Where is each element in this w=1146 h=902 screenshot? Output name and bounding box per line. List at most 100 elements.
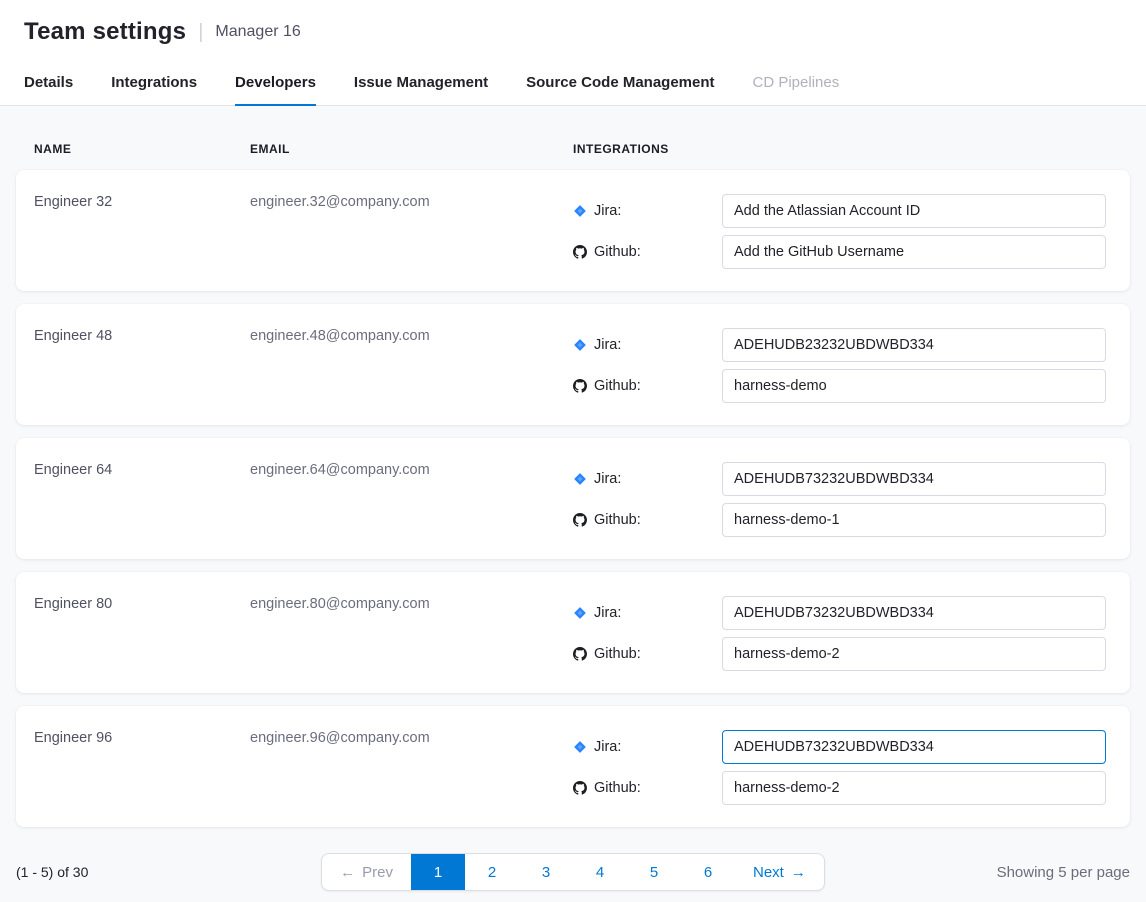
github-label: Github: (573, 512, 709, 528)
developer-email: engineer.48@company.com (250, 328, 573, 403)
developers-panel: NAME EMAIL INTEGRATIONS Engineer 32 engi… (0, 106, 1146, 891)
tab-developers[interactable]: Developers (235, 60, 316, 105)
github-label: Github: (573, 780, 709, 796)
jira-account-input[interactable] (722, 462, 1106, 496)
integrations-cell: Jira: Github: (573, 328, 1106, 403)
developer-name: Engineer 64 (34, 462, 250, 537)
page-button-1[interactable]: 1 (411, 854, 465, 890)
github-label: Github: (573, 378, 709, 394)
column-header-integrations: INTEGRATIONS (573, 142, 1106, 156)
github-icon (573, 379, 587, 393)
integrations-cell: Jira: Github: (573, 194, 1106, 269)
jira-label: Jira: (573, 471, 709, 487)
page-button-4[interactable]: 4 (573, 854, 627, 890)
github-username-input[interactable] (722, 771, 1106, 805)
tab-source-code-management[interactable]: Source Code Management (526, 60, 714, 105)
github-label-text: Github: (594, 378, 641, 394)
jira-label-text: Jira: (594, 605, 621, 621)
title-divider: | (198, 21, 203, 44)
page-button-5[interactable]: 5 (627, 854, 681, 890)
table-row: Engineer 48 engineer.48@company.com Jira… (16, 304, 1130, 425)
table-row: Engineer 80 engineer.80@company.com Jira… (16, 572, 1130, 693)
jira-row: Jira: (573, 462, 1106, 496)
jira-icon (573, 338, 587, 352)
tab-issue-management[interactable]: Issue Management (354, 60, 488, 105)
developer-name: Engineer 32 (34, 194, 250, 269)
github-username-input[interactable] (722, 369, 1106, 403)
prev-label: Prev (362, 864, 393, 881)
tab-cd-pipelines: CD Pipelines (753, 60, 840, 105)
jira-label: Jira: (573, 605, 709, 621)
pagination-range-text: (1 - 5) of 30 (16, 864, 88, 880)
arrow-left-icon: ← (340, 865, 355, 880)
table-row: Engineer 64 engineer.64@company.com Jira… (16, 438, 1130, 559)
jira-label: Jira: (573, 739, 709, 755)
integrations-cell: Jira: Github: (573, 730, 1106, 805)
github-row: Github: (573, 369, 1106, 403)
github-row: Github: (573, 235, 1106, 269)
page-title: Team settings (24, 18, 186, 46)
developer-email: engineer.64@company.com (250, 462, 573, 537)
next-page-button[interactable]: Next → (735, 854, 824, 890)
team-name: Manager 16 (215, 23, 300, 41)
arrow-right-icon: → (791, 865, 806, 880)
jira-icon (573, 204, 587, 218)
table-row: Engineer 32 engineer.32@company.com Jira… (16, 170, 1130, 291)
github-label-text: Github: (594, 646, 641, 662)
jira-icon (573, 740, 587, 754)
github-icon (573, 647, 587, 661)
jira-account-input[interactable] (722, 596, 1106, 630)
github-icon (573, 245, 587, 259)
github-username-input[interactable] (722, 637, 1106, 671)
developer-name: Engineer 80 (34, 596, 250, 671)
github-row: Github: (573, 503, 1106, 537)
tab-details[interactable]: Details (24, 60, 73, 105)
jira-label-text: Jira: (594, 203, 621, 219)
github-label: Github: (573, 646, 709, 662)
jira-label: Jira: (573, 337, 709, 353)
developer-name: Engineer 96 (34, 730, 250, 805)
jira-row: Jira: (573, 730, 1106, 764)
github-username-input[interactable] (722, 235, 1106, 269)
table-header-row: NAME EMAIL INTEGRATIONS (16, 142, 1130, 156)
github-icon (573, 513, 587, 527)
integrations-cell: Jira: Github: (573, 462, 1106, 537)
github-icon (573, 781, 587, 795)
tab-integrations[interactable]: Integrations (111, 60, 197, 105)
jira-account-input-focused[interactable] (722, 730, 1106, 764)
jira-icon (573, 606, 587, 620)
page-button-6[interactable]: 6 (681, 854, 735, 890)
github-username-input[interactable] (722, 503, 1106, 537)
jira-row: Jira: (573, 194, 1106, 228)
github-row: Github: (573, 771, 1106, 805)
developer-email: engineer.96@company.com (250, 730, 573, 805)
jira-label-text: Jira: (594, 739, 621, 755)
jira-label: Jira: (573, 203, 709, 219)
jira-account-input[interactable] (722, 328, 1106, 362)
jira-label-text: Jira: (594, 337, 621, 353)
jira-row: Jira: (573, 328, 1106, 362)
github-label-text: Github: (594, 512, 641, 528)
developer-name: Engineer 48 (34, 328, 250, 403)
column-header-email: EMAIL (250, 142, 573, 156)
jira-row: Jira: (573, 596, 1106, 630)
pagination-bar: (1 - 5) of 30 ← Prev 1 2 3 4 5 6 Next → … (0, 853, 1146, 891)
page-button-2[interactable]: 2 (465, 854, 519, 890)
per-page-text: Showing 5 per page (997, 864, 1130, 881)
github-label-text: Github: (594, 244, 641, 260)
jira-account-input[interactable] (722, 194, 1106, 228)
github-row: Github: (573, 637, 1106, 671)
tab-bar: Details Integrations Developers Issue Ma… (0, 60, 1146, 106)
next-label: Next (753, 864, 784, 881)
jira-label-text: Jira: (594, 471, 621, 487)
jira-icon (573, 472, 587, 486)
developer-email: engineer.32@company.com (250, 194, 573, 269)
table-row: Engineer 96 engineer.96@company.com Jira… (16, 706, 1130, 827)
pager: ← Prev 1 2 3 4 5 6 Next → (321, 853, 825, 891)
page-button-3[interactable]: 3 (519, 854, 573, 890)
github-label: Github: (573, 244, 709, 260)
github-label-text: Github: (594, 780, 641, 796)
developer-email: engineer.80@company.com (250, 596, 573, 671)
prev-page-button[interactable]: ← Prev (322, 854, 411, 890)
column-header-name: NAME (34, 142, 250, 156)
